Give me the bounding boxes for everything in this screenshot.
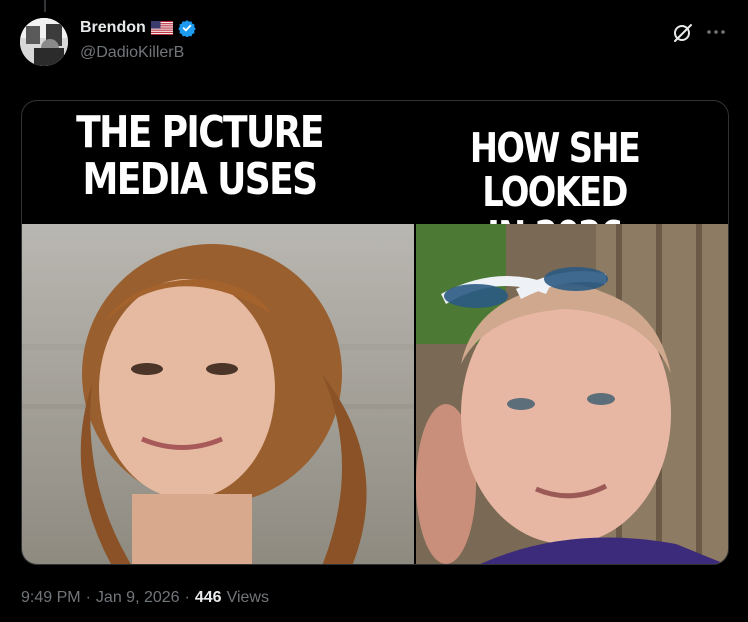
us-flag-icon [150, 21, 173, 35]
meta-separator: · [184, 589, 190, 606]
verified-badge-icon [178, 19, 196, 38]
meta-separator: · [85, 589, 91, 606]
avatar-image [20, 18, 68, 66]
display-name[interactable]: Brendon [80, 19, 146, 37]
tweet-date[interactable]: Jan 9, 2026 [96, 589, 180, 607]
views-label: Views [226, 589, 269, 606]
avatar[interactable] [20, 18, 68, 66]
views-count: 446 [194, 589, 222, 606]
grok-icon[interactable] [671, 20, 695, 44]
author-name-row[interactable]: Brendon [80, 19, 196, 38]
tweet-meta: 9:49 PM · Jan 9, 2026 · 446 Views [21, 589, 269, 607]
thread-line [44, 0, 46, 12]
left-photo [22, 224, 414, 564]
author-handle[interactable]: @DadioKillerB [80, 44, 184, 62]
more-options-icon[interactable] [704, 20, 728, 44]
right-photo [416, 224, 728, 564]
tweet-media-image[interactable]: THE PICTURE MEDIA USES HOW SHE LOOKED IN… [21, 100, 729, 565]
tweet-time[interactable]: 9:49 PM [21, 589, 81, 607]
left-caption: THE PICTURE MEDIA USES [76, 107, 324, 205]
